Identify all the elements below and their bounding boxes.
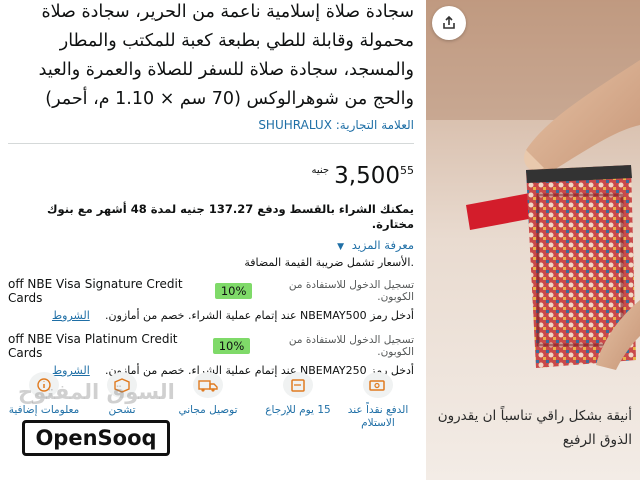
watermark-logo: OpenSooq [22,420,170,456]
share-button[interactable] [432,6,466,40]
offer-card-name: off NBE Visa Platinum Credit Cards [8,332,178,360]
offer-percent-badge: 10% [212,338,251,354]
offer-coupon-note: تسجيل الدخول للاستفادة من الكوبون. [288,279,414,303]
divider [8,143,414,144]
feature-label: تشحن [108,404,136,416]
chevron-down-icon: ▼ [337,242,345,252]
feature-label: توصيل مجاني [178,404,238,416]
image-caption: أنيقة بشكل راقي تناسباً ان يقدرون الذوق … [437,408,632,448]
feature-label: الدفع نقداً عند الاستلام [347,404,409,429]
price-fraction: 55 [400,164,414,177]
price-currency: جنيه [311,165,330,176]
product-title: سجادة صلاة إسلامية ناعمة من الحرير، سجاد… [38,2,414,109]
feature-cash-on-delivery[interactable]: الدفع نقداً عند الاستلام [342,372,414,430]
cash-on-delivery-icon [363,372,393,398]
brand-label: العلامة التجارية: [335,118,414,132]
vat-note: .الأسعار تشمل ضريبة القيمة المضافة [244,256,414,269]
feature-label: معلومات إضافية [8,404,80,416]
share-icon [443,15,455,29]
price-whole: 3,500 [334,163,400,189]
learn-more-label: معرفة المزيد [351,238,414,252]
offer-terms-link[interactable]: الشروط [52,309,90,322]
feature-returns[interactable]: 15 يوم للإرجاع [262,372,334,417]
feature-label: 15 يوم للإرجاع [265,404,331,416]
feature-free-delivery[interactable]: توصيل مجاني [172,372,244,417]
return-icon [283,372,313,398]
offer-percent-badge: 10% [214,283,253,299]
learn-more-link[interactable]: معرفة المزيد ▼ [8,238,414,252]
offer-coupon-note: تسجيل الدخول للاستفادة من الكوبون. [288,334,414,358]
brand-link[interactable]: SHUHRALUX [258,118,332,132]
delivery-truck-icon [193,372,223,398]
price: 3,50055 [334,162,414,190]
offer-card-name: off NBE Visa Signature Credit Cards [8,277,183,305]
product-image[interactable]: أنيقة بشكل راقي تناسباً ان يقدرون الذوق … [426,0,640,480]
brand-line: العلامة التجارية: SHUHRALUX [8,118,414,132]
watermark-arabic: السوق المفتوح [18,380,175,404]
price-row: 3,50055 جنيه [8,162,414,196]
offer-code-text: أدخل رمز NBEMAY500 عند إتمام عملية الشرا… [105,309,414,322]
installment-text: يمكنك الشراء بالقسط ودفع 137.27 جنيه لمد… [46,202,414,231]
offer-card: off NBE Visa Signature Credit Cards 10% … [8,277,414,322]
